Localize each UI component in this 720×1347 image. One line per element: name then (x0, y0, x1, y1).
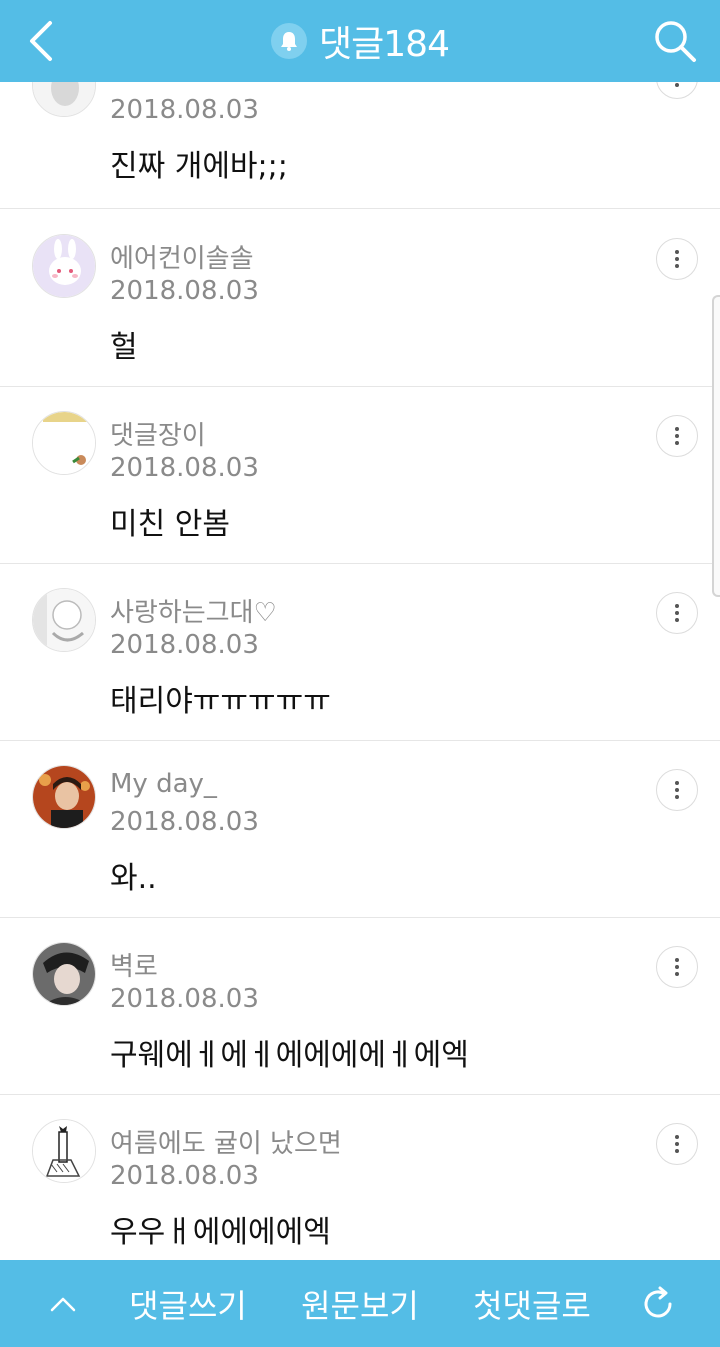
more-options-icon[interactable] (656, 82, 698, 99)
scrollbar[interactable] (712, 295, 720, 597)
page-title: 댓글184 (319, 24, 450, 65)
comment-item: 2018.08.03 진짜 개에바;;; (0, 82, 720, 209)
comment-text: 우우ㅐ에에에에엑 (110, 1215, 331, 1250)
comment-item: 여름에도 귤이 났으면 2018.08.03 우우ㅐ에에에에엑 (0, 1095, 720, 1260)
comment-item: 댓글장이 2018.08.03 미친 안봄 (0, 387, 720, 564)
comment-item: 에어컨이솔솔 2018.08.03 헐 (0, 210, 720, 387)
comment-text: 헐 (110, 330, 138, 365)
avatar[interactable] (32, 411, 96, 475)
avatar[interactable] (32, 588, 96, 652)
more-options-icon[interactable] (656, 1123, 698, 1165)
comment-date: 2018.08.03 (110, 453, 259, 483)
avatar[interactable] (32, 234, 96, 298)
comment-item: 사랑하는그대♡ 2018.08.03 태리야ㅠㅠㅠㅠㅠ (0, 564, 720, 741)
comment-date: 2018.08.03 (110, 807, 259, 837)
comment-item: My day_ 2018.08.03 와.. (0, 741, 720, 918)
scroll-top-chevron-up-icon[interactable] (40, 1260, 86, 1347)
comment-text: 구웨에ㅔ에ㅔ에에에에ㅔ에엑 (110, 1038, 469, 1073)
comment-author[interactable]: 에어컨이솔솔 (110, 238, 254, 275)
avatar[interactable] (32, 82, 96, 117)
bell-icon[interactable] (271, 23, 308, 59)
more-options-icon[interactable] (656, 769, 698, 811)
comment-author[interactable]: My day_ (110, 769, 217, 799)
comment-date: 2018.08.03 (110, 1161, 259, 1191)
more-options-icon[interactable] (656, 238, 698, 280)
view-original-button[interactable]: 원문보기 (284, 1260, 436, 1347)
comment-list[interactable]: 2018.08.03 진짜 개에바;;; 에어컨이솔솔 2018.08.03 헐… (0, 82, 720, 1260)
comment-author[interactable]: 사랑하는그대♡ (110, 592, 277, 629)
comment-date: 2018.08.03 (110, 95, 259, 125)
more-options-icon[interactable] (656, 592, 698, 634)
comment-author[interactable]: 댓글장이 (110, 415, 206, 452)
comment-text: 와.. (110, 861, 157, 896)
write-comment-button[interactable]: 댓글쓰기 (112, 1260, 264, 1347)
first-comment-button[interactable]: 첫댓글로 (456, 1260, 608, 1347)
more-options-icon[interactable] (656, 946, 698, 988)
avatar[interactable] (32, 765, 96, 829)
comment-text: 태리야ㅠㅠㅠㅠㅠ (110, 684, 331, 719)
bottom-toolbar: 댓글쓰기 원문보기 첫댓글로 (0, 1260, 720, 1347)
comment-date: 2018.08.03 (110, 276, 259, 306)
top-bar: 댓글184 (0, 0, 720, 82)
comment-author[interactable]: 벽로 (110, 946, 158, 983)
avatar[interactable] (32, 942, 96, 1006)
comment-date: 2018.08.03 (110, 630, 259, 660)
refresh-icon[interactable] (630, 1260, 686, 1347)
avatar[interactable] (32, 1119, 96, 1183)
comment-date: 2018.08.03 (110, 984, 259, 1014)
comment-text: 미친 안봄 (110, 507, 230, 542)
comment-text: 진짜 개에바;;; (110, 149, 288, 184)
comment-author[interactable]: 여름에도 귤이 났으면 (110, 1123, 342, 1160)
comment-item: 벽로 2018.08.03 구웨에ㅔ에ㅔ에에에에ㅔ에엑 (0, 918, 720, 1095)
search-icon[interactable] (652, 18, 698, 64)
more-options-icon[interactable] (656, 415, 698, 457)
header-title-group: 댓글184 (0, 0, 720, 82)
